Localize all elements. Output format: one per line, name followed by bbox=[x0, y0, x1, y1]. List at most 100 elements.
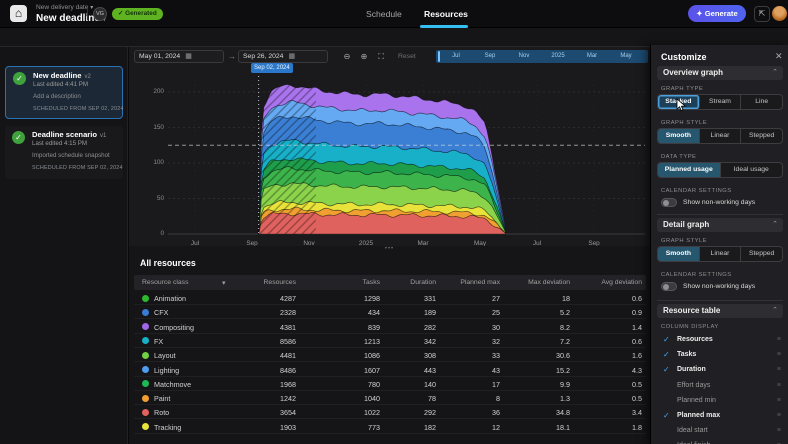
column-option-label: Planned max bbox=[677, 412, 721, 419]
resource-class-dot bbox=[142, 351, 149, 359]
data-type-segmented[interactable]: Planned usage Ideal usage bbox=[657, 162, 783, 178]
data-type-label: DATA TYPE bbox=[661, 154, 697, 160]
timeline-minimap[interactable]: Jul Sep Nov 2025 Mar May bbox=[436, 50, 648, 63]
table-cell: 8 bbox=[496, 394, 500, 404]
drag-handle-icon[interactable]: ≡ bbox=[777, 427, 781, 434]
generate-button[interactable]: ✦ Generate bbox=[688, 5, 746, 22]
column-option-planned-min[interactable]: Planned min ≡ bbox=[661, 395, 783, 409]
column-header[interactable]: Max deviation bbox=[528, 279, 570, 286]
segment-option-stream[interactable]: Stream bbox=[700, 95, 742, 109]
share-icon[interactable]: ⇱ bbox=[754, 6, 770, 22]
column-option-ideal-finish[interactable]: Ideal finish≡ bbox=[661, 440, 783, 444]
table-row[interactable]: Lighting 8486 1607 443 43 15.2 4.3 bbox=[134, 363, 646, 377]
graph-style-label: GRAPH STYLE bbox=[661, 120, 708, 126]
reset-zoom-button[interactable]: Reset bbox=[398, 53, 416, 60]
toggle-switch[interactable] bbox=[661, 198, 677, 207]
table-cell: 1040 bbox=[364, 394, 380, 404]
column-header[interactable]: Duration bbox=[410, 279, 436, 286]
table-row[interactable]: Layout 4481 1086 308 33 30.6 1.6 bbox=[134, 348, 646, 363]
drag-handle-icon[interactable]: ≡ bbox=[777, 366, 781, 373]
table-cell: 292 bbox=[424, 408, 436, 418]
minimap-label: Jul bbox=[452, 53, 460, 59]
resource-class-name: Paint bbox=[154, 394, 171, 404]
column-header[interactable]: Resource class bbox=[142, 279, 188, 286]
tab-schedule[interactable]: Schedule bbox=[366, 9, 402, 19]
column-option-resources[interactable]: ✓ Resources ≡ bbox=[661, 334, 783, 348]
drag-handle-icon[interactable]: ≡ bbox=[777, 351, 781, 358]
segment-option-linear[interactable]: Linear bbox=[700, 247, 742, 261]
segment-option-planned-usage[interactable]: Planned usage bbox=[658, 163, 721, 177]
app-bar: ⌂ New delivery date ▾ New deadline ▾ VG … bbox=[0, 0, 788, 28]
stacked-area-chart[interactable] bbox=[168, 70, 645, 240]
table-cell: 0.5 bbox=[632, 394, 642, 404]
table-header[interactable]: Resource class ▾ Resources Tasks Duration Pla… bbox=[134, 275, 646, 290]
scenario-card-deadline-scenario[interactable]: ✓ Deadline scenario v1 Last edited 4:15 P… bbox=[5, 126, 123, 179]
detail-graph-style-segmented[interactable]: Smooth Linear Stepped bbox=[657, 246, 783, 262]
table-cell: 15.2 bbox=[556, 365, 570, 375]
close-icon[interactable]: ✕ bbox=[775, 51, 783, 62]
table-row[interactable]: Compositing 4381 839 282 30 8.2 1.4 bbox=[134, 320, 646, 334]
resource-class-dot bbox=[142, 366, 149, 373]
project-switcher[interactable]: New delivery date ▾ bbox=[36, 4, 93, 11]
zoom-in-icon[interactable]: ⊕ bbox=[357, 51, 371, 63]
column-header[interactable]: Avg deviation bbox=[601, 279, 642, 286]
section-resource-table[interactable]: Resource table ⌃ bbox=[657, 304, 783, 318]
table-cell: 5.2 bbox=[560, 308, 570, 318]
table-row[interactable]: Animation 4287 1298 331 27 18 0.6 bbox=[134, 291, 646, 305]
segment-option-smooth[interactable]: Smooth bbox=[658, 129, 700, 143]
table-row[interactable]: Matchmove 1968 780 140 17 9.9 0.5 bbox=[134, 377, 646, 391]
zoom-fit-icon[interactable]: ⛶ bbox=[374, 51, 388, 63]
segment-option-ideal-usage[interactable]: Ideal usage bbox=[721, 163, 783, 177]
table-row[interactable]: Roto 3654 1022 292 36 34.8 3.4 bbox=[134, 405, 646, 420]
collaborator-badge[interactable]: VG bbox=[93, 7, 107, 21]
table-title: All resources bbox=[140, 258, 196, 268]
table-row[interactable]: Paint 1242 1040 78 8 1.3 0.5 bbox=[134, 391, 646, 406]
column-option-ideal-start[interactable]: Ideal start ≡ bbox=[661, 425, 783, 439]
column-option-tasks[interactable]: ✓ Tasks ≡ bbox=[661, 349, 783, 363]
column-header[interactable]: Planned max bbox=[460, 279, 500, 286]
column-header[interactable]: Tasks bbox=[363, 279, 380, 286]
resource-class-dot bbox=[142, 323, 149, 331]
zoom-out-icon[interactable]: ⊖ bbox=[340, 51, 354, 63]
segment-option-smooth[interactable]: Smooth bbox=[658, 247, 700, 261]
table-cell: 4481 bbox=[280, 351, 296, 361]
minimap-label: Sep bbox=[484, 53, 496, 59]
scenario-card-new-deadline[interactable]: ✓ New deadline v2 Last edited 4:41 PM Add… bbox=[5, 66, 123, 119]
table-cell: 434 bbox=[368, 308, 380, 318]
segment-option-stepped[interactable]: Stepped bbox=[741, 247, 782, 261]
drag-handle-icon[interactable]: ≡ bbox=[777, 412, 781, 419]
table-cell: 4287 bbox=[280, 294, 296, 303]
drag-handle-icon[interactable]: ≡ bbox=[777, 382, 781, 389]
table-cell: 18.1 bbox=[556, 422, 570, 432]
table-row[interactable]: CFX 2328 434 189 25 5.2 0.9 bbox=[134, 305, 646, 320]
segment-option-linear[interactable]: Linear bbox=[700, 129, 742, 143]
drag-handle-icon[interactable]: ≡ bbox=[777, 336, 781, 343]
sort-caret-icon[interactable]: ▾ bbox=[222, 279, 225, 287]
column-option-planned-max[interactable]: ✓ Planned max ≡ bbox=[661, 410, 783, 424]
graph-style-segmented[interactable]: Smooth Linear Stepped bbox=[657, 128, 783, 144]
start-date-picker[interactable]: May 01, 2024 ▦ bbox=[134, 50, 224, 63]
table-cell: 32 bbox=[492, 336, 500, 346]
avatar[interactable] bbox=[772, 6, 787, 21]
resource-class-name: Layout bbox=[154, 351, 176, 361]
section-overview-graph[interactable]: Overview graph ⌃ bbox=[657, 66, 783, 80]
tab-resources[interactable]: Resources bbox=[424, 9, 468, 19]
toggle-switch[interactable] bbox=[661, 282, 677, 291]
minimap-handle[interactable] bbox=[438, 51, 440, 62]
column-option-duration[interactable]: ✓ Duration ≡ bbox=[661, 364, 783, 378]
check-icon: ✓ bbox=[663, 365, 670, 375]
y-tick-label: 200 bbox=[153, 88, 164, 95]
resource-class-name: CFX bbox=[154, 308, 169, 318]
end-date-picker[interactable]: Sep 26, 2024 ▦ bbox=[238, 50, 328, 63]
column-header[interactable]: Resources bbox=[264, 279, 297, 286]
segment-option-stepped[interactable]: Stepped bbox=[741, 129, 782, 143]
table-row[interactable]: FX 8586 1213 342 32 7.2 0.6 bbox=[134, 334, 646, 348]
segment-option-line[interactable]: Line bbox=[741, 95, 782, 109]
column-option-effort-days[interactable]: Effort days ≡ bbox=[661, 380, 783, 394]
drag-handle-icon[interactable]: ≡ bbox=[777, 397, 781, 404]
section-detail-graph[interactable]: Detail graph ⌃ bbox=[657, 218, 783, 232]
table-row[interactable]: Tracking 1903 773 182 12 18.1 1.8 bbox=[134, 420, 646, 434]
home-icon[interactable]: ⌂ bbox=[10, 5, 27, 22]
table-cell: 780 bbox=[368, 379, 380, 389]
table-cell: 12 bbox=[492, 422, 500, 432]
